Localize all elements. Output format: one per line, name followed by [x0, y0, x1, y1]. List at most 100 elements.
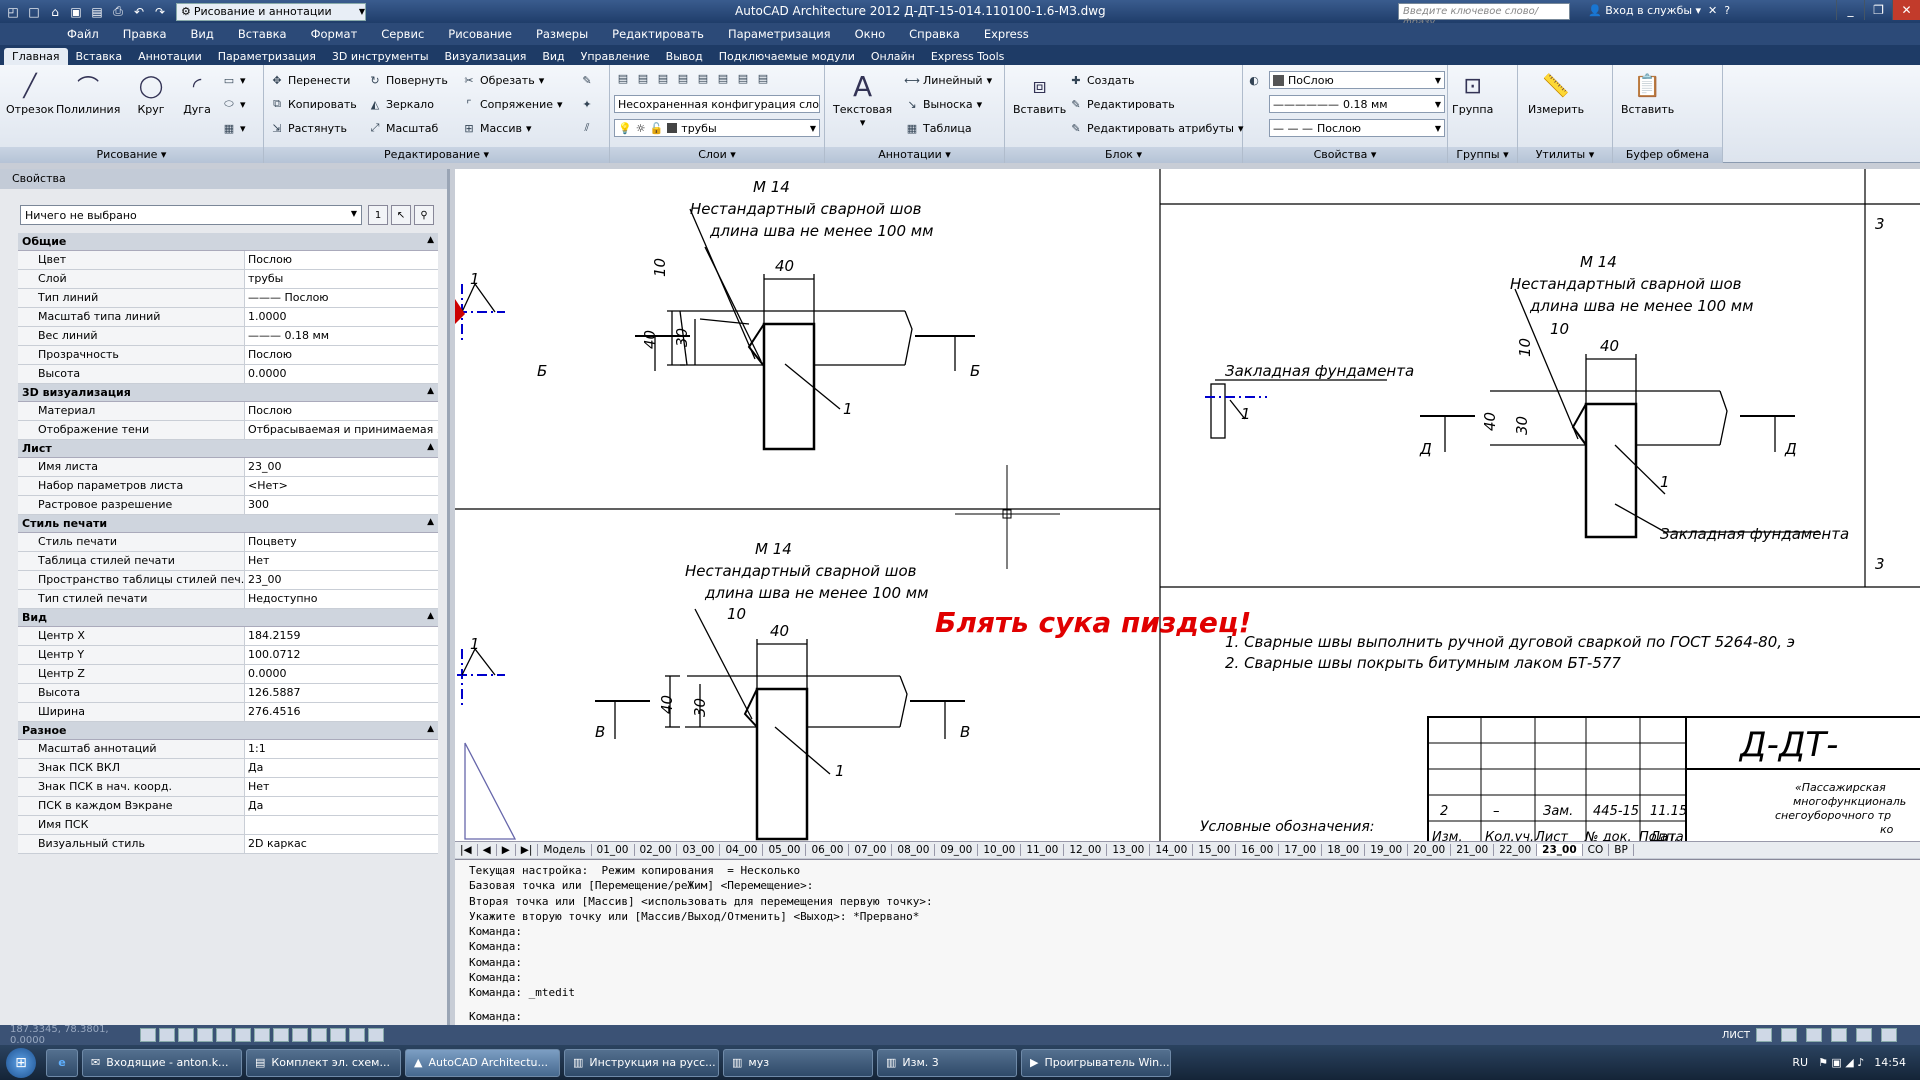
menu-item[interactable]: Сервис [369, 27, 436, 41]
property-value[interactable]: Послою [245, 402, 438, 420]
ribbon-tab[interactable]: Вывод [658, 48, 711, 65]
groups-panel-title[interactable]: Группы ▾ [1448, 147, 1517, 163]
polyline-button[interactable]: ⌒ Полилиния [56, 69, 120, 116]
property-section-header[interactable]: Вид ▲ [18, 609, 438, 627]
property-row[interactable]: Таблица стилей печати Нет [18, 552, 438, 571]
selection-dropdown[interactable]: Ничего не выбрано ▼ [20, 205, 362, 225]
layout-tab[interactable]: 21_00 [1451, 844, 1495, 856]
taskbar-item[interactable]: ▲ AutoCAD Architectu... [405, 1048, 560, 1077]
modify-panel-title[interactable]: Редактирование ▾ [264, 147, 609, 163]
layout-tab[interactable]: 03_00 [677, 844, 721, 856]
property-section-header[interactable]: Стиль печати ▲ [18, 515, 438, 533]
lock-icon[interactable] [1856, 1028, 1872, 1042]
layout-tab[interactable]: 18_00 [1322, 844, 1366, 856]
annotation-panel-title[interactable]: Аннотации ▾ [825, 147, 1004, 163]
app-menu-icon[interactable]: ◰ [4, 3, 22, 20]
taskbar-item[interactable]: ▤ Комплект эл. схем... [246, 1048, 401, 1077]
layout-tab[interactable]: 01_00 [592, 844, 635, 856]
trim-button[interactable]: ✂ Обрезать ▾ [462, 71, 544, 89]
snap-mode-icon[interactable] [140, 1028, 156, 1042]
property-row[interactable]: Центр Z 0.0000 [18, 665, 438, 684]
lineweight-icon[interactable] [311, 1028, 327, 1042]
polar-tracking-icon[interactable] [197, 1028, 213, 1042]
model-icon[interactable] [1756, 1028, 1772, 1042]
ribbon-tab[interactable]: Аннотации [130, 48, 210, 65]
collapse-icon[interactable]: ▲ [427, 442, 434, 455]
ribbon-tab[interactable]: Подключаемые модули [711, 48, 863, 65]
linetype-dropdown[interactable]: — — — Послою ▼ [1269, 119, 1445, 137]
property-section-header[interactable]: Общие ▲ [18, 233, 438, 251]
insert-block-button[interactable]: ⧈ Вставить [1013, 69, 1066, 117]
layout-tab[interactable]: 19_00 [1365, 844, 1409, 856]
property-row[interactable]: Высота 126.5887 [18, 684, 438, 703]
layout-tab[interactable]: 20_00 [1408, 844, 1452, 856]
grid-display-icon[interactable] [159, 1028, 175, 1042]
layout-tab[interactable]: 05_00 [763, 844, 807, 856]
layout-tab[interactable]: 12_00 [1064, 844, 1108, 856]
linear-dimension-button[interactable]: ⟷ Линейный ▾ [904, 71, 992, 89]
property-row[interactable]: Прозрачность Послою [18, 346, 438, 365]
tray-icons[interactable]: ⚑ ▣ ◢ ♪ [1818, 1056, 1864, 1069]
collapse-icon[interactable]: ▲ [427, 611, 434, 624]
taskbar-item[interactable]: ▥ муз [723, 1048, 873, 1077]
property-row[interactable]: ПСК в каждом Вэкране Да [18, 797, 438, 816]
drawing-canvas[interactable]: M 14 Нестандартный сварной шов длина шва… [455, 169, 1920, 848]
move-button[interactable]: ✥ Перенести [270, 71, 350, 89]
ellipse-button[interactable]: ⬭ ▾ [222, 95, 245, 113]
tab-nav-first-icon[interactable]: |◀ [455, 844, 478, 856]
utilities-panel-title[interactable]: Утилиты ▾ [1518, 147, 1612, 163]
property-value[interactable]: 126.5887 [245, 684, 438, 702]
property-row[interactable]: Слой трубы [18, 270, 438, 289]
scale-button[interactable]: ⤢ Масштаб [368, 119, 439, 137]
property-row[interactable]: Растровое разрешение 300 [18, 496, 438, 515]
property-row[interactable]: Пространство таблицы стилей печ... 23_00 [18, 571, 438, 590]
layout-tab[interactable]: 13_00 [1107, 844, 1151, 856]
property-value[interactable]: 184.2159 [245, 627, 438, 645]
property-row[interactable]: Масштаб типа линий 1.0000 [18, 308, 438, 327]
property-value[interactable]: Да [245, 759, 438, 777]
workspace-switch-icon[interactable] [1831, 1028, 1847, 1042]
measure-button[interactable]: 📏 Измерить [1528, 69, 1584, 117]
property-value[interactable]: 23_00 [245, 458, 438, 476]
annotation-scale-icon[interactable] [1806, 1028, 1822, 1042]
menu-item[interactable]: Правка [111, 27, 179, 41]
collapse-icon[interactable]: ▲ [427, 724, 434, 737]
array-button[interactable]: ⊞ Массив ▾ [462, 119, 531, 137]
collapse-icon[interactable]: ▲ [427, 386, 434, 399]
ribbon-tab[interactable]: Express Tools [923, 48, 1013, 65]
property-row[interactable]: Тип стилей печати Недоступно [18, 590, 438, 609]
ortho-mode-icon[interactable] [178, 1028, 194, 1042]
menu-item[interactable]: Справка [897, 27, 972, 41]
group-button[interactable]: ⊡ Группа [1452, 69, 1493, 117]
paste-button[interactable]: 📋 Вставить [1621, 69, 1674, 117]
circle-button[interactable]: ◯ Круг [134, 69, 168, 117]
layout-tab[interactable]: 22_00 [1494, 844, 1538, 856]
menu-item[interactable]: Вид [179, 27, 226, 41]
quick-select-icon[interactable]: ⚲ [414, 205, 434, 225]
menu-item[interactable]: Окно [843, 27, 898, 41]
property-value[interactable]: <Нет> [245, 477, 438, 495]
property-section-header[interactable]: Разное ▲ [18, 722, 438, 740]
rectangle-button[interactable]: ▭ ▾ [222, 71, 246, 89]
property-value[interactable]: 100.0712 [245, 646, 438, 664]
table-button[interactable]: ▦ Таблица [905, 119, 972, 137]
ie-pinned[interactable]: e [46, 1048, 78, 1077]
property-row[interactable]: Центр X 184.2159 [18, 627, 438, 646]
print-icon[interactable]: ⎙ [109, 3, 127, 20]
layout-tab[interactable]: Модель [538, 844, 592, 856]
taskbar-item[interactable]: ▶ Проигрыватель Win... [1021, 1048, 1171, 1077]
ribbon-tab[interactable]: Вставка [68, 48, 131, 65]
mtext-button[interactable]: A Текстовая ▾ [833, 69, 892, 130]
property-section-header[interactable]: 3D визуализация ▲ [18, 384, 438, 402]
property-row[interactable]: Отображение тени Отбрасываемая и принимае… [18, 421, 438, 440]
properties-panel-title[interactable]: Свойства ▾ [1243, 147, 1447, 163]
block-panel-title[interactable]: Блок ▾ [1005, 147, 1242, 163]
collapse-icon[interactable]: ▲ [427, 235, 434, 248]
layout-tab[interactable]: 16_00 [1236, 844, 1280, 856]
property-row[interactable]: Вес линий ——— 0.18 мм [18, 327, 438, 346]
property-value[interactable]: Нет [245, 552, 438, 570]
stretch-button[interactable]: ⇲ Растянуть [270, 119, 347, 137]
property-value[interactable]: 0.0000 [245, 365, 438, 383]
mirror-button[interactable]: ◭ Зеркало [368, 95, 434, 113]
save-as-icon[interactable]: ▤ [88, 3, 106, 20]
